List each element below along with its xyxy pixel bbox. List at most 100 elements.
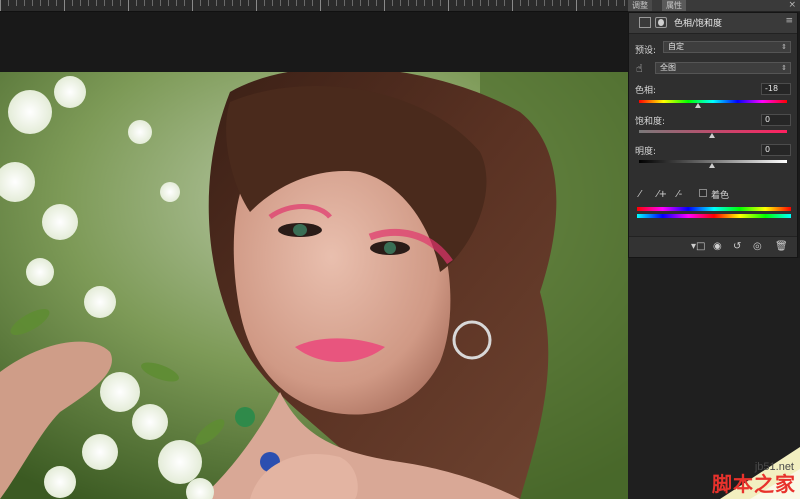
ruler-tick — [184, 0, 185, 6]
saturation-label: 饱和度: — [635, 117, 666, 127]
ruler-tick — [552, 0, 553, 6]
ruler-tick — [512, 0, 513, 11]
lightness-label: 明度: — [635, 147, 657, 157]
ruler-tick — [608, 0, 609, 6]
ruler-tick — [160, 0, 161, 6]
document-canvas[interactable] — [0, 72, 628, 499]
saturation-slider-thumb[interactable] — [709, 133, 715, 138]
ruler-tick — [312, 0, 313, 6]
ruler-tick — [416, 0, 417, 6]
saturation-input[interactable]: 0 — [761, 114, 791, 126]
preset-select[interactable]: 自定 ⇕ — [663, 41, 791, 53]
ruler-tick — [464, 0, 465, 6]
colorize-checkbox[interactable] — [699, 189, 707, 197]
eyedropper-minus-icon[interactable]: ⁄- — [677, 189, 682, 200]
ruler-tick — [336, 0, 337, 6]
ruler-tick — [560, 0, 561, 6]
ruler-tick — [424, 0, 425, 6]
ruler-tick — [56, 0, 57, 6]
panel-tab-strip: 调整 属性 × — [628, 0, 800, 12]
chevron-updown-icon: ⇕ — [781, 43, 787, 51]
eyedropper-icon[interactable]: ⁄ — [639, 189, 641, 200]
panel-title: 色相/饱和度 — [674, 19, 723, 29]
ruler-tick — [112, 0, 113, 6]
canvas-pasteboard — [0, 12, 628, 72]
ruler-tick — [48, 0, 49, 6]
color-spectrum-bar — [637, 214, 791, 218]
lightness-input[interactable]: 0 — [761, 144, 791, 156]
ruler-tick — [360, 0, 361, 6]
close-icon[interactable]: × — [788, 0, 796, 11]
ruler-tick — [624, 0, 625, 6]
ruler-tick — [168, 0, 169, 6]
ruler-tick — [192, 0, 193, 11]
clip-icon[interactable]: ▾□ — [691, 241, 705, 252]
chevron-updown-icon: ⇕ — [781, 64, 787, 72]
tab-properties[interactable]: 属性 — [662, 0, 686, 11]
ruler-tick — [352, 0, 353, 6]
ruler-tick — [272, 0, 273, 6]
ruler-tick — [296, 0, 297, 6]
ruler-tick — [384, 0, 385, 11]
ruler-tick — [40, 0, 41, 6]
ruler-tick — [504, 0, 505, 6]
layer-mask-icon[interactable] — [655, 17, 667, 28]
ruler-tick — [576, 0, 577, 11]
ruler-tick — [256, 0, 257, 11]
ruler-tick — [0, 0, 1, 11]
ruler-tick — [616, 0, 617, 6]
ruler-tick — [288, 0, 289, 6]
ruler-tick — [520, 0, 521, 6]
ruler-tick — [544, 0, 545, 6]
hue-slider-track[interactable] — [639, 100, 787, 103]
lightness-slider-thumb[interactable] — [709, 163, 715, 168]
channel-select[interactable]: 全图 ⇕ — [655, 62, 791, 74]
ruler-tick — [80, 0, 81, 6]
panel-menu-icon[interactable]: ≡ — [785, 16, 793, 26]
ruler-tick — [328, 0, 329, 6]
hue-input[interactable]: -18 — [761, 83, 791, 95]
trash-icon[interactable]: 🗑 — [775, 241, 788, 252]
hue-slider-thumb[interactable] — [695, 103, 701, 108]
ruler-tick — [128, 0, 129, 11]
ruler-tick — [488, 0, 489, 6]
ruler-tick — [64, 0, 65, 11]
watermark-brand: 脚本之家 — [712, 472, 796, 496]
ruler-tick — [320, 0, 321, 11]
ruler-tick — [120, 0, 121, 6]
hand-target-icon[interactable]: ☝ — [636, 62, 643, 75]
ruler-tick — [344, 0, 345, 6]
visibility-icon[interactable]: ◎ — [753, 241, 762, 252]
ruler-tick — [368, 0, 369, 6]
view-previous-icon[interactable]: ◉ — [713, 241, 722, 252]
ruler-tick — [408, 0, 409, 6]
ruler-tick — [240, 0, 241, 6]
ruler-tick — [32, 0, 33, 6]
ruler-tick — [600, 0, 601, 6]
watermark: jb51.net 脚本之家 — [680, 427, 800, 499]
preset-value: 自定 — [668, 42, 684, 51]
ruler-tick — [8, 0, 9, 6]
ruler-tick — [88, 0, 89, 6]
adjustment-layer-icon[interactable] — [639, 17, 651, 28]
ruler-tick — [208, 0, 209, 6]
ruler-tick — [96, 0, 97, 6]
ruler-tick — [280, 0, 281, 6]
ruler-tick — [216, 0, 217, 6]
properties-panel: 色相/饱和度 ≡ 预设: 自定 ⇕ ☝ 全图 ⇕ 色相: -18 饱和度: 0 … — [628, 12, 798, 258]
ruler-tick — [432, 0, 433, 6]
ruler-tick — [440, 0, 441, 6]
ruler-tick — [528, 0, 529, 6]
ruler-tick — [136, 0, 137, 6]
panel-header: 色相/饱和度 ≡ — [629, 13, 797, 34]
tab-adjustments[interactable]: 调整 — [628, 0, 652, 11]
ruler-tick — [24, 0, 25, 6]
reset-icon[interactable]: ↺ — [733, 241, 741, 252]
ruler-tick — [392, 0, 393, 6]
eyedropper-plus-icon[interactable]: ⁄+ — [657, 189, 667, 200]
preset-label: 预设: — [635, 46, 657, 56]
ruler-tick — [480, 0, 481, 6]
ruler-tick — [536, 0, 537, 6]
ruler-tick — [568, 0, 569, 6]
ruler-tick — [104, 0, 105, 6]
